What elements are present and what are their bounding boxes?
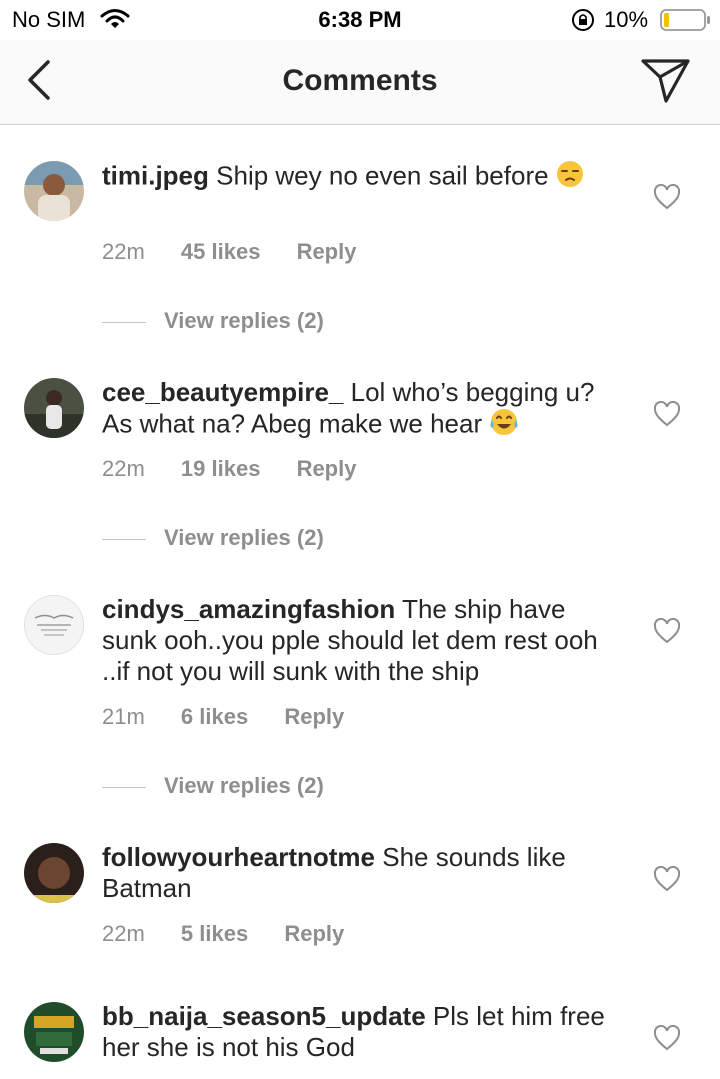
comment-body: followyourheartnotme She sounds like Bat… xyxy=(102,842,622,904)
comment-meta: 22m 45 likes Reply xyxy=(102,239,386,265)
reply-button[interactable]: Reply xyxy=(297,239,357,264)
view-replies-label: View replies (2) xyxy=(164,773,324,798)
likes-count[interactable]: 19 likes xyxy=(181,456,261,481)
comment-time: 22m xyxy=(102,239,145,264)
comment-time: 22m xyxy=(102,921,145,946)
likes-count[interactable]: 6 likes xyxy=(181,704,248,729)
divider-line xyxy=(102,786,146,788)
heart-icon xyxy=(653,183,681,210)
divider-line xyxy=(102,321,146,323)
view-replies-button[interactable]: View replies (2) xyxy=(102,525,324,551)
like-button[interactable] xyxy=(653,183,681,210)
reply-button[interactable]: Reply xyxy=(284,704,344,729)
send-button[interactable] xyxy=(640,57,692,105)
like-button[interactable] xyxy=(653,617,681,644)
avatar[interactable] xyxy=(24,161,84,221)
comment-body: bb_naija_season5_update Pls let him free… xyxy=(102,1001,622,1063)
reply-button[interactable]: Reply xyxy=(284,921,344,946)
status-bar: No SIM 6:38 PM 10% xyxy=(0,0,720,40)
orientation-lock-icon xyxy=(570,8,596,38)
avatar[interactable] xyxy=(24,843,84,903)
view-replies-button[interactable]: View replies (2) xyxy=(102,308,324,334)
view-replies-label: View replies (2) xyxy=(164,525,324,550)
avatar[interactable] xyxy=(24,595,84,655)
unamused-face-icon xyxy=(556,160,584,195)
comment-username[interactable]: cindys_amazingfashion xyxy=(102,594,395,624)
reply-button[interactable]: Reply xyxy=(297,456,357,481)
navigation-bar: Comments xyxy=(0,40,720,125)
comment-text: Ship wey no even sail before xyxy=(216,160,549,191)
like-button[interactable] xyxy=(653,865,681,892)
comment-username[interactable]: timi.jpeg xyxy=(102,160,209,190)
avatar[interactable] xyxy=(24,378,84,438)
likes-count[interactable]: 45 likes xyxy=(181,239,261,264)
like-button[interactable] xyxy=(653,1024,681,1051)
comment-meta: 21m 6 likes Reply xyxy=(102,704,374,730)
divider-line xyxy=(102,538,146,540)
comment-time: 22m xyxy=(102,456,145,481)
view-replies-label: View replies (2) xyxy=(164,308,324,333)
heart-icon xyxy=(653,617,681,644)
comment-username[interactable]: cee_beautyempire_ xyxy=(102,377,343,407)
comment-body: cee_beautyempire_ Lol who’s begging u? A… xyxy=(102,377,622,443)
battery-label: 10% xyxy=(604,7,649,32)
battery-icon xyxy=(660,9,712,37)
comment-body: cindys_amazingfashion The ship have sunk… xyxy=(102,594,602,687)
heart-icon xyxy=(653,865,681,892)
comment-time: 21m xyxy=(102,704,145,729)
comment-meta: 22m 5 likes Reply xyxy=(102,921,374,947)
view-replies-button[interactable]: View replies (2) xyxy=(102,773,324,799)
heart-icon xyxy=(653,1024,681,1051)
comment-username[interactable]: followyourheartnotme xyxy=(102,842,375,872)
page-title: Comments xyxy=(282,64,438,97)
heart-icon xyxy=(653,400,681,427)
avatar[interactable] xyxy=(24,1002,84,1062)
like-button[interactable] xyxy=(653,400,681,427)
send-icon xyxy=(641,59,690,103)
comment-body: timi.jpeg Ship wey no even sail before xyxy=(102,160,622,195)
likes-count[interactable]: 5 likes xyxy=(181,921,248,946)
comment-meta: 22m 19 likes Reply xyxy=(102,456,386,482)
comment-username[interactable]: bb_naija_season5_update xyxy=(102,1001,426,1031)
tears-of-joy-face-icon xyxy=(489,408,519,443)
